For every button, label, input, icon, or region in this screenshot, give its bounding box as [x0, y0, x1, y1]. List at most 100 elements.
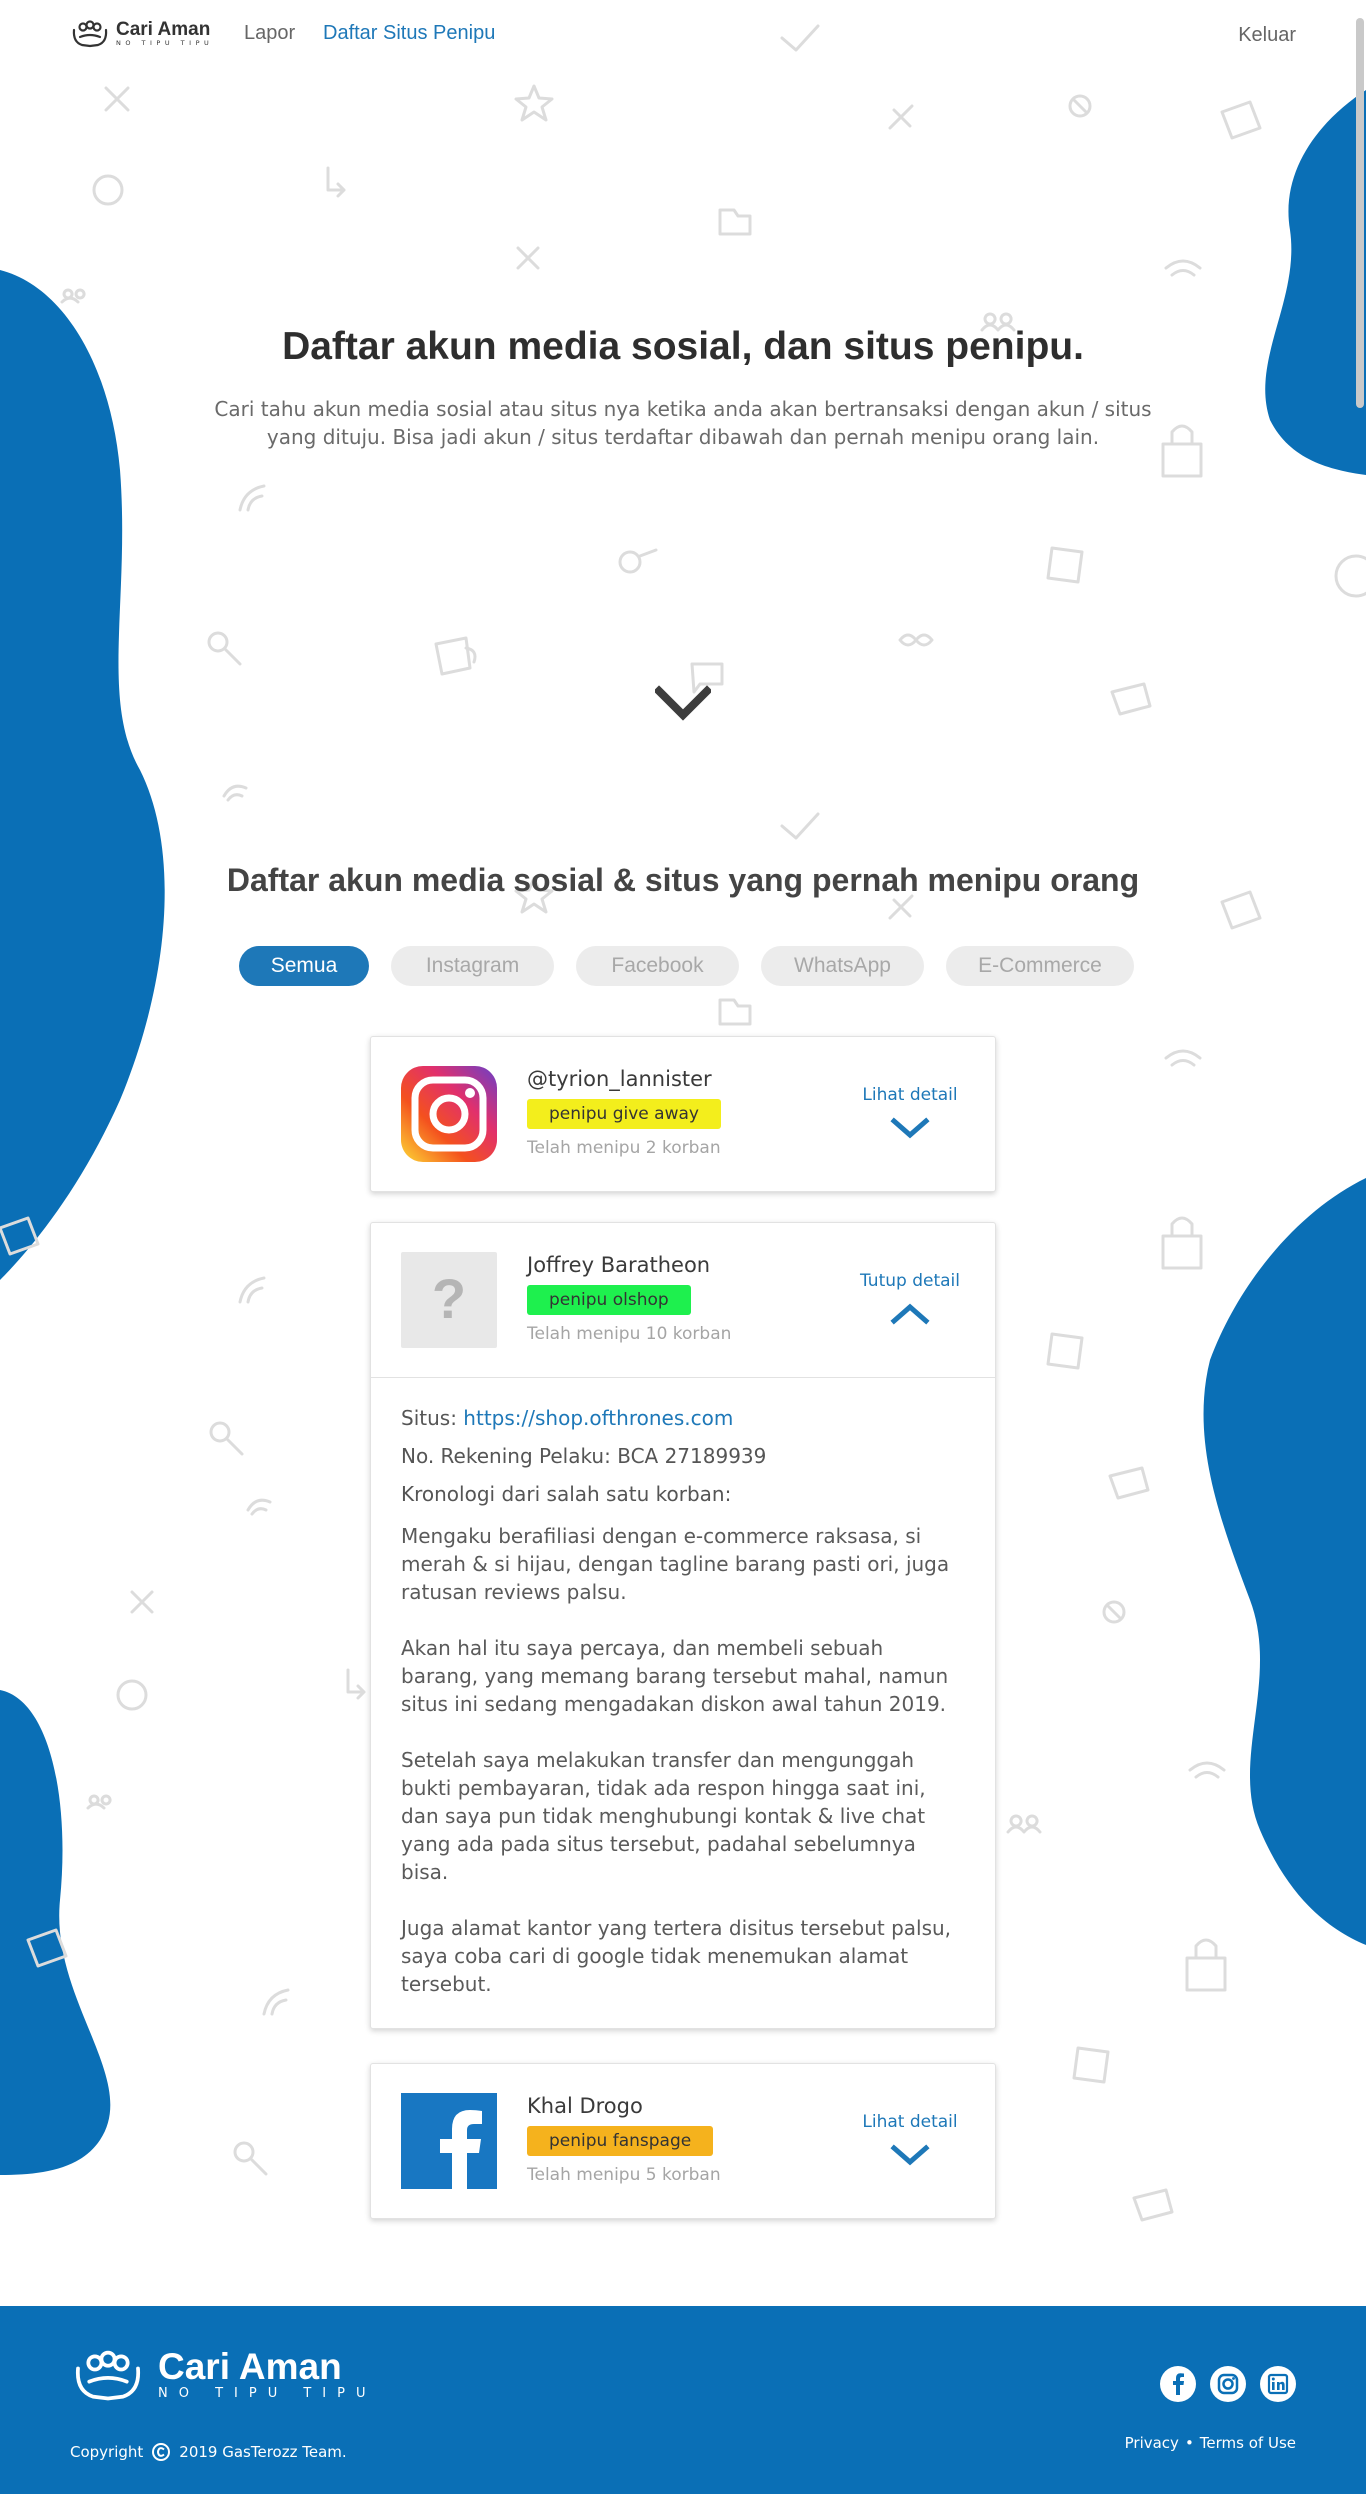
doodle-fingerprint: [222, 784, 248, 802]
victim-count: Telah menipu 2 korban: [527, 1138, 721, 1158]
doodle-tag: [1110, 682, 1152, 716]
scammer-card: @tyrion_lannister penipu give away Telah…: [370, 1036, 996, 1192]
site-url-link[interactable]: https://shop.ofthrones.com: [463, 1406, 733, 1430]
doodle-folder: [718, 208, 752, 236]
copyright-label: Copyright: [70, 2443, 144, 2461]
doodle-lock: [1185, 1938, 1227, 1992]
right-blob-lower: [1203, 1178, 1366, 1945]
chevron-down-icon: [890, 1117, 930, 1139]
footer-tagline: NO TIPU TIPU: [158, 2386, 377, 2401]
logout-link[interactable]: Keluar: [1238, 24, 1296, 47]
copyright-text: 2019 GasTerozz Team.: [179, 2443, 347, 2461]
doodle-clipboard: [1072, 2046, 1110, 2084]
nav-brand: Cari Aman: [116, 19, 211, 40]
chronology-story: Mengaku berafiliasi dengan e-commerce ra…: [401, 1522, 965, 1998]
site-row: Situs: https://shop.ofthrones.com: [401, 1404, 965, 1432]
story-paragraph: Setelah saya melakukan transfer dan meng…: [401, 1748, 926, 1884]
doodle-globe: [1334, 554, 1366, 598]
nav-link-daftar-situs-penipu[interactable]: Daftar Situs Penipu: [323, 22, 495, 45]
doodle-star: [514, 84, 554, 122]
chronology-label: Kronologi dari salah satu korban:: [401, 1482, 732, 1506]
card-detail-body: Situs: https://shop.ofthrones.com No. Re…: [371, 1377, 995, 2028]
privacy-link[interactable]: Privacy: [1125, 2434, 1179, 2452]
footer-brand: Cari Aman: [158, 2346, 342, 2387]
view-detail-button[interactable]: Lihat detail: [855, 1085, 965, 1143]
close-detail-button[interactable]: Tutup detail: [855, 1271, 965, 1329]
doodle-infinity: [898, 633, 934, 647]
section-title: Daftar akun media sosial & situs yang pe…: [226, 862, 1140, 898]
hero-title: Daftar akun media sosial, dan situs peni…: [282, 325, 1084, 368]
doodle-people: [86, 1794, 112, 1810]
social-links: [1160, 2366, 1296, 2402]
doodle-signal: [238, 484, 266, 512]
filter-chip-instagram[interactable]: Instagram: [391, 946, 554, 986]
doodle-x: [130, 1590, 154, 1614]
scammer-card: Khal Drogo penipu fanspage Telah menipu …: [370, 2063, 996, 2219]
top-navbar: Cari Aman NO TIPU TIPU Lapor Daftar Situ…: [0, 0, 1366, 70]
detail-label: Lihat detail: [862, 1085, 958, 1105]
doodle-fingerprint: [246, 1498, 272, 1516]
chevron-down-icon[interactable]: [655, 685, 711, 725]
doodle-clipboard: [1046, 1332, 1084, 1370]
nav-link-lapor[interactable]: Lapor: [244, 22, 295, 45]
instagram-icon[interactable]: [1210, 2366, 1246, 2402]
chevron-up-icon: [890, 1303, 930, 1325]
doodle-arrow: [346, 1668, 366, 1700]
story-paragraph: Juga alamat kantor yang tertera disitus …: [401, 1916, 952, 1996]
page-scrollbar[interactable]: [1356, 18, 1364, 408]
doodle-wifi: [1188, 1761, 1226, 1779]
card-name: Joffrey Baratheon: [527, 1253, 711, 1277]
doodle-tools: [888, 104, 914, 130]
facebook-icon[interactable]: [1160, 2366, 1196, 2402]
terms-of-use-link[interactable]: Terms of Use: [1200, 2434, 1296, 2452]
svg-text:?: ?: [432, 1267, 466, 1330]
doodle-search: [207, 631, 242, 666]
doodle-tag: [1108, 1466, 1150, 1500]
story-paragraph: Mengaku berafiliasi dengan e-commerce ra…: [401, 1524, 950, 1604]
view-detail-button[interactable]: Lihat detail: [855, 2112, 965, 2170]
doodle-x: [104, 86, 130, 112]
category-badge: penipu give away: [527, 1099, 721, 1129]
doodle-check: [780, 812, 820, 840]
story-paragraph: Akan hal itu saya percaya, dan membeli s…: [401, 1636, 949, 1716]
right-blob-upper: [1265, 90, 1366, 475]
hero-description: Cari tahu akun media sosial atau situs n…: [214, 397, 1152, 449]
doodle-wifi: [1164, 259, 1202, 277]
doodle-lock: [1161, 1216, 1203, 1270]
doodle-cup: [434, 636, 477, 676]
filter-chip-facebook[interactable]: Facebook: [576, 946, 739, 986]
site-label: Situs:: [401, 1406, 457, 1430]
footer-separator: •: [1184, 2434, 1194, 2452]
copyright-icon: [152, 2443, 171, 2461]
doodle-arrow: [326, 166, 346, 198]
left-blob-lower: [0, 1690, 111, 2175]
nav-logo[interactable]: Cari Aman NO TIPU TIPU: [70, 16, 230, 52]
card-header: ? Joffrey Baratheon penipu olshop Telah …: [371, 1223, 995, 1377]
hands-logo-icon: [75, 2350, 141, 2401]
doodle-no-sign: [1068, 94, 1092, 118]
doodle-key: [618, 548, 658, 574]
doodle-wallet: [1220, 100, 1262, 140]
card-header: @tyrion_lannister penipu give away Telah…: [371, 1037, 995, 1191]
filter-chip-semua[interactable]: Semua: [239, 946, 369, 986]
linkedin-icon[interactable]: [1260, 2366, 1296, 2402]
filter-chip-whatsapp[interactable]: WhatsApp: [761, 946, 924, 986]
card-name: Khal Drogo: [527, 2094, 643, 2118]
doodle-globe: [116, 1679, 148, 1711]
doodle-lock: [1161, 424, 1203, 478]
category-badge: penipu olshop: [527, 1285, 691, 1315]
filter-chip-e-commerce[interactable]: E-Commerce: [946, 946, 1134, 986]
scammer-card-expanded: ? Joffrey Baratheon penipu olshop Telah …: [370, 1222, 996, 2029]
doodle-no-sign: [1102, 1600, 1126, 1624]
detail-label: Lihat detail: [862, 2112, 958, 2132]
doodle-clipboard: [1046, 546, 1084, 584]
unknown-icon: ?: [401, 1252, 497, 1348]
hands-logo-icon: [72, 20, 108, 48]
left-blob-upper: [0, 270, 165, 1280]
detail-label: Tutup detail: [860, 1271, 960, 1291]
footer: Cari Aman NO TIPU TIPU Copyright 2019 Ga…: [0, 2306, 1366, 2494]
chevron-down-icon: [890, 2144, 930, 2166]
doodle-signal: [238, 1276, 266, 1304]
doodle-search: [209, 1421, 244, 1456]
footer-logo[interactable]: Cari Aman NO TIPU TIPU: [70, 2346, 376, 2406]
